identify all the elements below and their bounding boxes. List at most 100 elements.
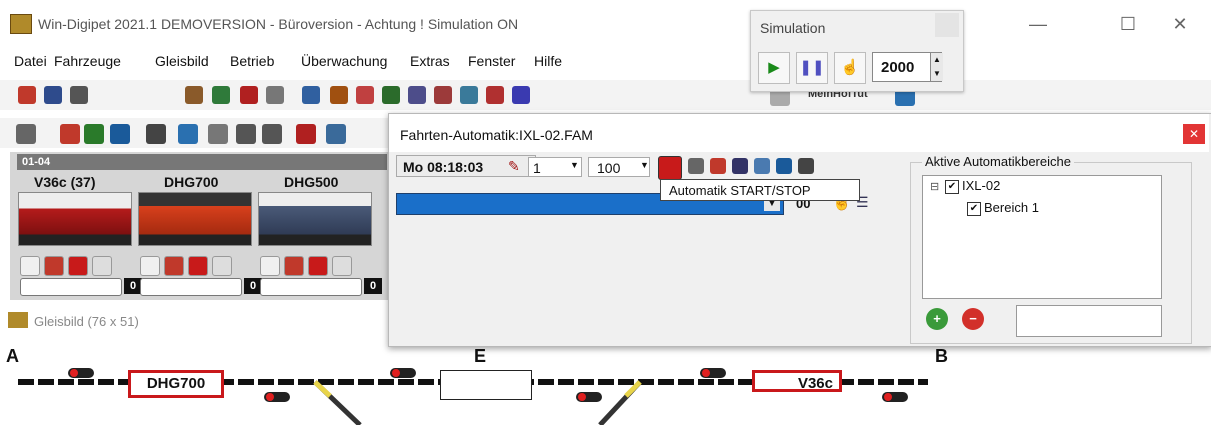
- track-label-a: A: [6, 346, 19, 366]
- signal-icon[interactable]: [390, 368, 416, 378]
- loco-control-button[interactable]: [188, 256, 208, 276]
- fahrten-tool-icon[interactable]: [754, 158, 770, 174]
- loco-control-button[interactable]: [44, 256, 64, 276]
- toolbar-icon[interactable]: [146, 124, 166, 144]
- gleisbild-title: Gleisbild (76 x 51): [34, 314, 139, 329]
- loco-control-button[interactable]: [260, 256, 280, 276]
- fahrten-tool-icon[interactable]: [732, 158, 748, 174]
- pause-button[interactable]: ❚❚: [796, 52, 828, 84]
- menu-gleisbild[interactable]: Gleisbild: [155, 53, 209, 69]
- loco-tab[interactable]: 01-04: [17, 154, 387, 170]
- fahrten-close-button[interactable]: ✕: [1183, 124, 1205, 144]
- toolbar-icon[interactable]: [262, 124, 282, 144]
- loco-control-button[interactable]: [332, 256, 352, 276]
- track-label-e: E: [474, 346, 487, 366]
- menu-ueberwachung[interactable]: Überwachung: [301, 53, 387, 69]
- loco-control-button[interactable]: [284, 256, 304, 276]
- toolbar-icon[interactable]: [460, 86, 478, 104]
- menu-fenster[interactable]: Fenster: [468, 53, 515, 69]
- loco-image-3[interactable]: [258, 192, 372, 246]
- signal-icon[interactable]: [576, 392, 602, 402]
- loco-name-3: DHG500: [284, 174, 339, 190]
- chevron-down-icon[interactable]: ▼: [640, 160, 649, 170]
- signal-icon[interactable]: [68, 368, 94, 378]
- toolbar-icon[interactable]: [84, 124, 104, 144]
- toolbar-icon[interactable]: [16, 124, 36, 144]
- fahrten-tool-icon[interactable]: [710, 158, 726, 174]
- track-loco-v36c[interactable]: V36c: [752, 370, 842, 392]
- toolbar-icon[interactable]: [208, 124, 228, 144]
- speed-value: 0: [364, 278, 382, 294]
- toolbar-icon[interactable]: [330, 86, 348, 104]
- aab-title: Aktive Automatikbereiche: [922, 154, 1074, 169]
- toolbar-icon[interactable]: [110, 124, 130, 144]
- hand-button[interactable]: ☝: [834, 52, 866, 84]
- toolbar-icon[interactable]: [18, 86, 36, 104]
- loco-control-button[interactable]: [212, 256, 232, 276]
- speed-spinner[interactable]: ▲ ▼: [930, 53, 943, 81]
- aab-input[interactable]: [1016, 305, 1162, 337]
- remove-button[interactable]: −: [962, 308, 984, 330]
- toolbar-icon[interactable]: [266, 86, 284, 104]
- toolbar-icon[interactable]: [44, 86, 62, 104]
- checkbox-root[interactable]: ✔: [945, 180, 959, 194]
- toolbar-icon[interactable]: [356, 86, 374, 104]
- tree-child-label[interactable]: Bereich 1: [984, 200, 1039, 215]
- toolbar-icon[interactable]: [185, 86, 203, 104]
- automatik-start-stop-button[interactable]: [658, 156, 682, 180]
- toolbar-icon[interactable]: [486, 86, 504, 104]
- speed-slider[interactable]: [20, 278, 122, 296]
- toolbar-icon[interactable]: [326, 124, 346, 144]
- gleisbild-icon: [8, 312, 28, 328]
- toolbar-icon[interactable]: [178, 124, 198, 144]
- toolbar-icon[interactable]: [212, 86, 230, 104]
- simulation-title: Simulation: [760, 20, 826, 36]
- track-empty-block[interactable]: [440, 370, 532, 400]
- toolbar-icon[interactable]: [60, 124, 80, 144]
- fahrten-tool-icon[interactable]: [776, 158, 792, 174]
- simulation-close-button[interactable]: [935, 13, 959, 37]
- loco-image-2[interactable]: [138, 192, 252, 246]
- close-button[interactable]: ✕: [1157, 12, 1203, 36]
- loco-control-button[interactable]: [68, 256, 88, 276]
- chevron-down-icon[interactable]: ▼: [570, 160, 579, 170]
- add-button[interactable]: +: [926, 308, 948, 330]
- track-loco-dhg700[interactable]: DHG700: [128, 370, 224, 398]
- fahrten-tool-icon[interactable]: [688, 158, 704, 174]
- fahrten-title: Fahrten-Automatik:IXL-02.FAM: [400, 127, 593, 143]
- maximize-button[interactable]: ☐: [1105, 12, 1151, 36]
- play-button[interactable]: ▶: [758, 52, 790, 84]
- loco-control-button[interactable]: [140, 256, 160, 276]
- window-title: Win-Digipet 2021.1 DEMOVERSION - Bürover…: [38, 16, 519, 32]
- toolbar-icon[interactable]: [296, 124, 316, 144]
- menu-hilfe[interactable]: Hilfe: [534, 53, 562, 69]
- loco-image-1[interactable]: [18, 192, 132, 246]
- toolbar-icon[interactable]: [408, 86, 426, 104]
- loco-control-button[interactable]: [92, 256, 112, 276]
- minimize-button[interactable]: —: [1015, 12, 1061, 36]
- loco-control-button[interactable]: [308, 256, 328, 276]
- loco-control-button[interactable]: [164, 256, 184, 276]
- tree-collapse-icon[interactable]: ⊟: [930, 180, 939, 193]
- toolbar-icon[interactable]: [236, 124, 256, 144]
- fahrten-tool-icon[interactable]: [798, 158, 814, 174]
- toolbar-icon[interactable]: [382, 86, 400, 104]
- speed-slider[interactable]: [140, 278, 242, 296]
- menu-fahrzeuge[interactable]: Fahrzeuge: [54, 53, 121, 69]
- checkbox-child[interactable]: ✔: [967, 202, 981, 216]
- tree-root-label[interactable]: IXL-02: [962, 178, 1000, 193]
- signal-icon[interactable]: [882, 392, 908, 402]
- signal-icon[interactable]: [700, 368, 726, 378]
- menu-extras[interactable]: Extras: [410, 53, 450, 69]
- menu-datei[interactable]: Datei: [14, 53, 47, 69]
- menu-betrieb[interactable]: Betrieb: [230, 53, 274, 69]
- toolbar-icon[interactable]: [70, 86, 88, 104]
- toolbar-icon[interactable]: [512, 86, 530, 104]
- toolbar-icon[interactable]: [434, 86, 452, 104]
- speed-slider[interactable]: [260, 278, 362, 296]
- signal-icon[interactable]: [264, 392, 290, 402]
- pencil-icon[interactable]: ✎: [508, 158, 522, 174]
- toolbar-icon[interactable]: [302, 86, 320, 104]
- toolbar-icon[interactable]: [240, 86, 258, 104]
- loco-control-button[interactable]: [20, 256, 40, 276]
